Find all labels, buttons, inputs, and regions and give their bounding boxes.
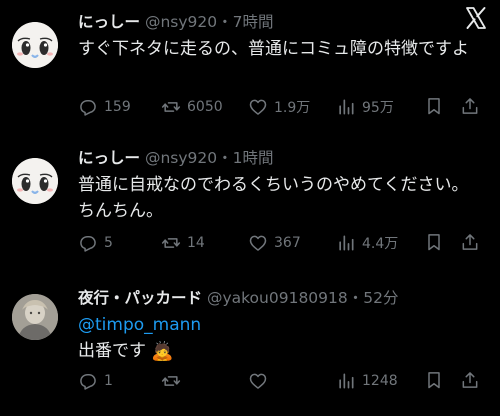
bookmark-icon[interactable] bbox=[424, 370, 444, 390]
views-icon bbox=[339, 99, 354, 115]
tweet-actions: 159 6050 1.9万 95万 bbox=[78, 96, 478, 118]
avatar-nsy920[interactable] bbox=[12, 22, 58, 68]
reply-icon bbox=[80, 374, 96, 390]
repost-button[interactable]: 6050 bbox=[161, 96, 223, 118]
tweet-text: すぐ下ネタに走るの、普通にコミュ障の特徴ですよ bbox=[78, 39, 469, 59]
like-count: 367 bbox=[274, 235, 301, 251]
reply-button[interactable]: 159 bbox=[78, 96, 131, 118]
views-count: 4.4万 bbox=[362, 236, 399, 252]
tweet-text: 出番です bbox=[78, 341, 146, 361]
reply-count: 159 bbox=[104, 99, 131, 115]
like-button[interactable] bbox=[248, 370, 274, 392]
avatar-yakou[interactable] bbox=[12, 294, 58, 340]
repost-icon bbox=[161, 102, 181, 112]
repost-button[interactable]: 14 bbox=[161, 232, 205, 254]
reply-count: 1 bbox=[104, 373, 113, 389]
repost-count: 6050 bbox=[187, 99, 223, 115]
bowing-emoji: 🙇 bbox=[151, 341, 174, 362]
display-name[interactable]: にっしー bbox=[78, 149, 140, 167]
share-icon[interactable] bbox=[460, 370, 480, 390]
like-count: 1.9万 bbox=[274, 100, 311, 116]
cartoon-face-avatar-icon bbox=[12, 22, 58, 68]
views-button[interactable]: 95万 bbox=[336, 96, 394, 118]
views-count: 1248 bbox=[362, 373, 398, 389]
reply-button[interactable]: 1 bbox=[78, 370, 113, 392]
like-icon bbox=[249, 373, 267, 389]
views-icon bbox=[339, 373, 354, 389]
tweet-text: 普通に自戒なのでわるくちいうのやめてください。ちんちん。 bbox=[78, 175, 469, 221]
views-button[interactable]: 1248 bbox=[336, 370, 398, 392]
bookmark-icon[interactable] bbox=[424, 232, 444, 252]
mention-link[interactable]: @timpo_mann bbox=[78, 315, 201, 335]
share-icon[interactable] bbox=[460, 232, 480, 252]
handle-and-time[interactable]: @nsy920・7時間 bbox=[145, 13, 274, 31]
display-name[interactable]: にっしー bbox=[78, 13, 140, 31]
reply-count: 5 bbox=[104, 235, 113, 251]
repost-count: 14 bbox=[187, 235, 205, 251]
like-icon bbox=[249, 99, 267, 115]
tweet-1[interactable]: にっしー @nsy920・7時間 すぐ下ネタに走るの、普通にコミュ障の特徴ですよ… bbox=[0, 10, 500, 130]
repost-icon bbox=[161, 376, 181, 386]
display-name[interactable]: 夜行・パッカード bbox=[78, 289, 202, 307]
tweet-actions: 5 14 367 4.4万 bbox=[78, 232, 478, 254]
like-button[interactable]: 367 bbox=[248, 232, 301, 254]
views-button[interactable]: 4.4万 bbox=[336, 232, 398, 254]
handle-and-time[interactable]: @yakou09180918・52分 bbox=[207, 289, 399, 307]
bookmark-icon[interactable] bbox=[424, 96, 444, 116]
tweet-3[interactable]: 夜行・パッカード @yakou09180918・52分 @timpo_mann … bbox=[0, 284, 500, 412]
tweet-header: にっしー @nsy920・7時間 bbox=[78, 12, 273, 32]
views-count: 95万 bbox=[362, 100, 394, 116]
photo-avatar-icon bbox=[12, 294, 58, 340]
tweet-header: にっしー @nsy920・1時間 bbox=[78, 148, 273, 168]
reply-icon bbox=[80, 236, 96, 252]
tweet-header: 夜行・パッカード @yakou09180918・52分 bbox=[78, 288, 398, 308]
repost-icon bbox=[161, 238, 181, 248]
handle-and-time[interactable]: @nsy920・1時間 bbox=[145, 149, 274, 167]
cartoon-face-avatar-icon bbox=[12, 158, 58, 204]
like-icon bbox=[249, 235, 267, 251]
reply-icon bbox=[80, 100, 96, 116]
share-icon[interactable] bbox=[460, 96, 480, 116]
views-icon bbox=[339, 235, 354, 251]
tweet-text-block: @timpo_mann 出番です 🙇 bbox=[78, 312, 482, 365]
tweet-2[interactable]: にっしー @nsy920・1時間 普通に自戒なのでわるくちいうのやめてください。… bbox=[0, 146, 500, 266]
reply-button[interactable]: 5 bbox=[78, 232, 113, 254]
tweet-actions: 1 1248 bbox=[78, 370, 478, 392]
repost-button[interactable] bbox=[161, 370, 187, 392]
avatar-nsy920[interactable] bbox=[12, 158, 58, 204]
like-button[interactable]: 1.9万 bbox=[248, 96, 310, 118]
